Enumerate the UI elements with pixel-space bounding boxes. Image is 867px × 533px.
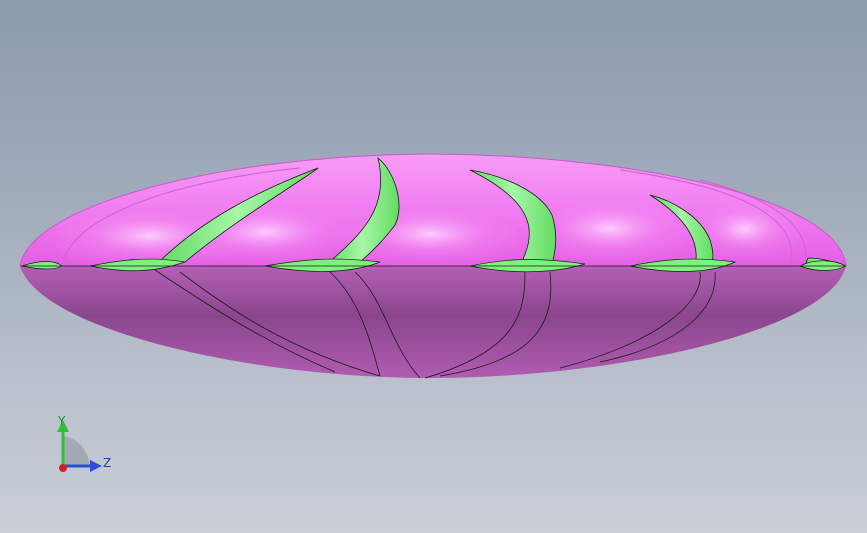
triad-graphic — [57, 420, 102, 472]
y-axis-label: Y — [58, 414, 66, 428]
reference-triad: Y Z — [40, 408, 120, 483]
z-axis-label: Z — [103, 456, 112, 470]
x-axis-dot — [59, 464, 67, 472]
triad-plane-shadow — [63, 436, 90, 466]
3d-model-view[interactable] — [0, 0, 867, 533]
disc-bottom-surface — [20, 266, 846, 378]
z-axis-head — [90, 460, 102, 472]
graphics-viewport[interactable]: Y Z — [0, 0, 867, 533]
